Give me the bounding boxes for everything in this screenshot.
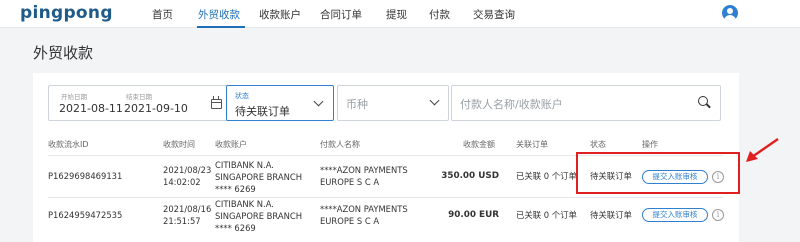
currency-select-placeholder: 币种 [346, 98, 368, 111]
arrow-icon [746, 138, 779, 162]
start-date-value[interactable]: 2021-08-11 [59, 102, 123, 115]
column-header-status: 状态 [590, 140, 606, 149]
calendar-icon[interactable] [211, 96, 222, 109]
date-range-picker[interactable]: 开始日期 2021-08-11 结束日期 2021-09-10 [48, 85, 246, 121]
linked-orders-count: 已关联 0 个订单 [516, 171, 577, 181]
column-header-id: 收款流水ID [48, 140, 89, 149]
nav-item-contract-orders[interactable]: 合同订单 [320, 7, 362, 22]
receipt-amount: 350.00 USD [441, 171, 499, 181]
status-text: 待关联订单 [590, 210, 632, 220]
submit-review-button[interactable]: 提交入账审核 [642, 208, 708, 222]
nav-item-payment[interactable]: 付款 [429, 7, 450, 22]
logo[interactable]: pingpong [20, 3, 113, 23]
status-select-value: 待关联订单 [235, 105, 290, 118]
receipt-id: P1624959472535 [48, 210, 123, 220]
search-icon[interactable] [698, 96, 708, 106]
account-branch: SINGAPORE BRANCH [215, 211, 303, 221]
status-select[interactable]: 状态 待关联订单 [226, 85, 334, 121]
column-header-linked-orders: 关联订单 [516, 140, 548, 149]
row-divider [48, 197, 723, 198]
linked-orders-count: 已关联 0 个订单 [516, 210, 577, 220]
nav-item-trade-receipts[interactable]: 外贸收款 [198, 7, 240, 22]
currency-select[interactable]: 币种 [337, 85, 449, 121]
receipt-date: 2021/08/16 [163, 204, 212, 214]
payer-name-line1: ****AZON PAYMENTS [320, 165, 408, 175]
receipt-amount: 90.00 EUR [448, 210, 499, 220]
end-date-label: 结束日期 [126, 93, 152, 101]
account-number: **** 6269 [215, 223, 256, 233]
receipt-date: 2021/08/23 [163, 165, 212, 175]
account-bank: CITIBANK N.A. [215, 199, 274, 209]
nav-item-transaction-query[interactable]: 交易查询 [473, 7, 515, 22]
column-header-action: 操作 [642, 140, 658, 149]
column-header-time: 收款时间 [163, 140, 195, 149]
page-title: 外贸收款 [33, 44, 94, 62]
account-number: **** 6269 [215, 184, 256, 194]
receipt-time: 21:51:57 [163, 216, 201, 226]
receipt-time: 14:02:02 [163, 177, 201, 187]
column-header-payer: 付款人名称 [320, 140, 360, 149]
active-tab-indicator [197, 26, 245, 28]
avatar-icon[interactable] [722, 5, 738, 21]
end-date-value[interactable]: 2021-09-10 [124, 102, 188, 115]
nav-item-receiving-accounts[interactable]: 收款账户 [259, 7, 301, 22]
account-bank: CITIBANK N.A. [215, 160, 274, 170]
chevron-down-icon [429, 95, 440, 106]
payer-name-line2: EUROPE S C A [320, 177, 380, 187]
payer-name-line2: EUROPE S C A [320, 216, 380, 226]
receipt-id: P1629698469131 [48, 171, 123, 181]
status-select-label: 状态 [235, 92, 249, 100]
search-placeholder: 付款人名称/收款账户 [460, 98, 563, 111]
annotation-highlight-box [576, 152, 740, 194]
column-header-account: 收款账户 [215, 140, 247, 149]
top-bar: pingpong 首页 外贸收款 收款账户 合同订单 提现 付款 交易查询 [0, 0, 800, 28]
column-header-amount: 收款金额 [463, 140, 495, 149]
account-branch: SINGAPORE BRANCH [215, 172, 303, 182]
nav-item-home[interactable]: 首页 [152, 7, 173, 22]
payer-name-line1: ****AZON PAYMENTS [320, 204, 408, 214]
nav-item-withdraw[interactable]: 提现 [386, 7, 407, 22]
info-icon[interactable]: i [712, 209, 724, 221]
start-date-label: 开始日期 [61, 93, 87, 101]
chevron-down-icon [313, 96, 324, 107]
search-input[interactable]: 付款人名称/收款账户 [451, 85, 721, 121]
